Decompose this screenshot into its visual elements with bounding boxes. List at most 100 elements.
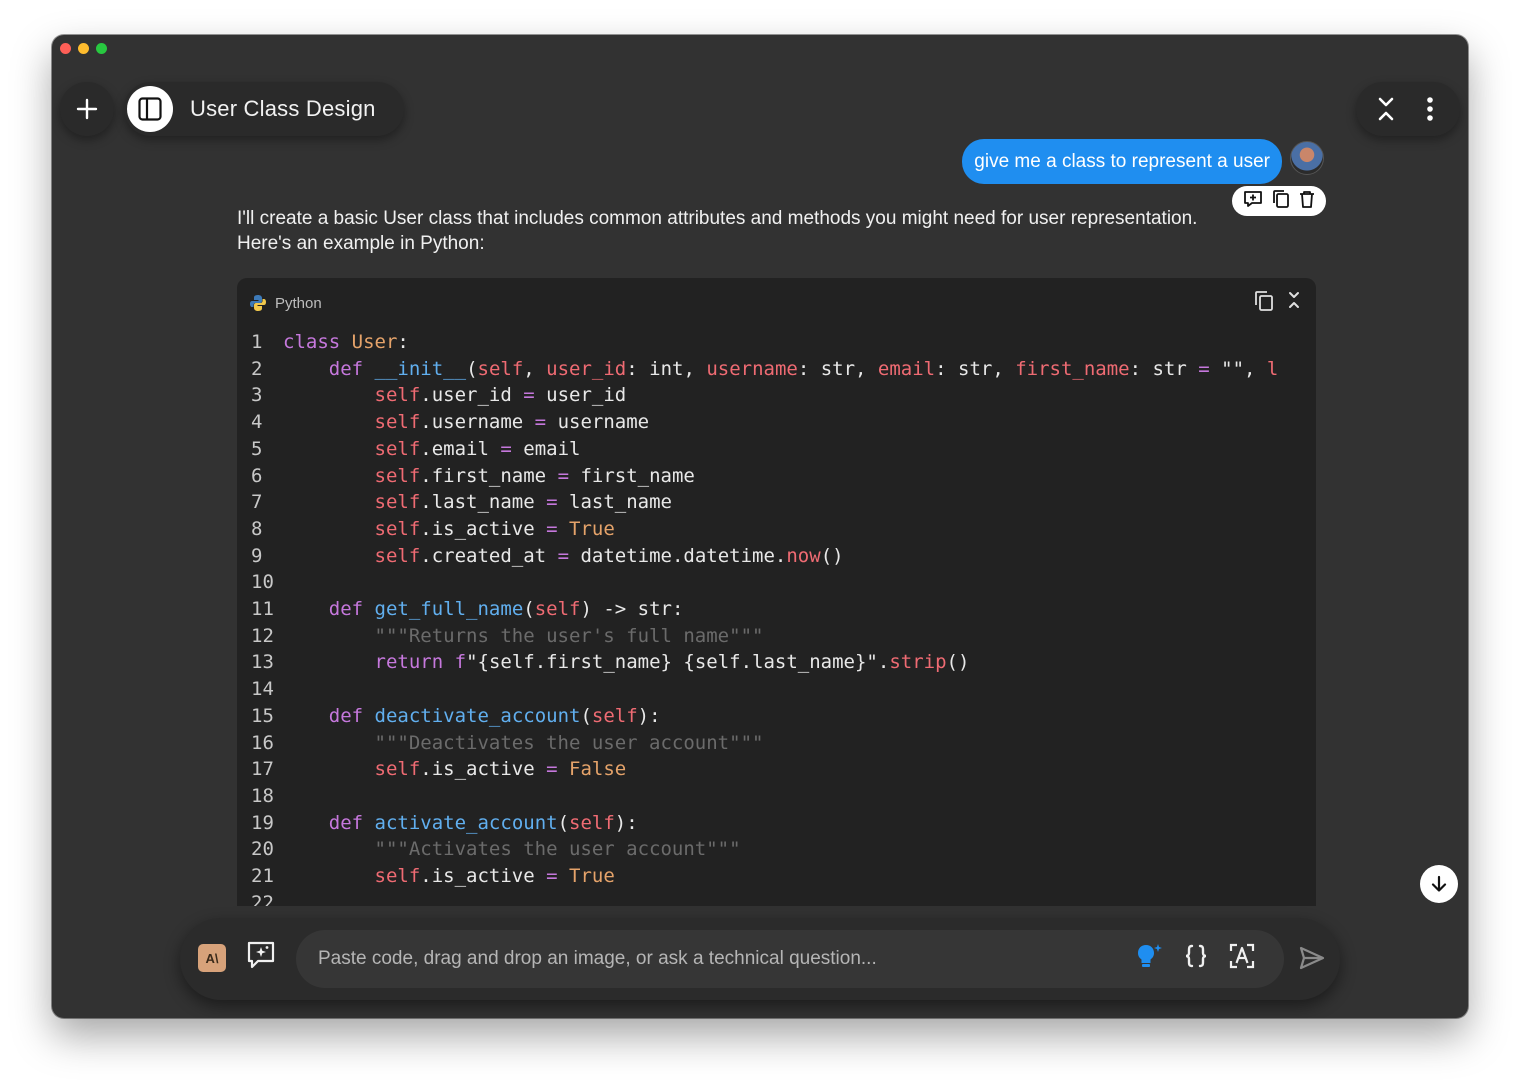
user-message-bubble: give me a class to represent a user	[962, 139, 1282, 184]
line-number: 6	[251, 464, 263, 487]
copy-code-button[interactable]	[1254, 290, 1274, 317]
code-text: def get_full_name(self) -> str:	[328, 598, 684, 621]
conversation-title-pill: User Class Design	[124, 82, 404, 136]
code-line: 3 self.user_id = user_id	[237, 382, 1316, 409]
model-selector-button[interactable]: A\	[198, 944, 226, 972]
code-line: 5 self.email = email	[237, 436, 1316, 463]
more-options-button[interactable]	[1414, 93, 1446, 125]
code-line: 17 self.is_active = False	[237, 756, 1316, 783]
close-window-button[interactable]	[60, 43, 71, 54]
add-note-icon	[1243, 190, 1262, 207]
code-line: 1 class User:	[237, 329, 1316, 356]
line-number: 20	[251, 838, 274, 861]
code-text: self.is_active = True	[374, 865, 615, 888]
line-number: 19	[251, 811, 274, 834]
code-line: 21 self.is_active = True	[237, 863, 1316, 890]
message-input[interactable]: Paste code, drag and drop an image, or a…	[296, 930, 1284, 988]
more-vertical-icon	[1427, 97, 1433, 121]
braces-icon	[1185, 944, 1207, 968]
composer: A\ Paste code, drag and drop an image, o…	[180, 918, 1340, 1000]
code-text: self.last_name = last_name	[374, 491, 672, 514]
canvas-button[interactable]	[246, 940, 276, 975]
input-tools	[1134, 930, 1256, 988]
code-line: 13 return f"{self.first_name} {self.last…	[237, 649, 1316, 676]
line-number: 8	[251, 517, 263, 540]
arrow-down-icon	[1431, 875, 1447, 892]
code-text: self.email = email	[374, 437, 581, 460]
code-line: 6 self.first_name = first_name	[237, 463, 1316, 490]
code-line: 9 self.created_at = datetime.datetime.no…	[237, 543, 1316, 570]
code-line: 20 """Activates the user account"""	[237, 836, 1316, 863]
line-number: 11	[251, 598, 274, 621]
send-icon	[1299, 946, 1325, 970]
text-recognition-button[interactable]	[1228, 942, 1256, 976]
code-line: 12 """Returns the user's full name"""	[237, 623, 1316, 650]
code-line: 14	[237, 676, 1316, 703]
scroll-to-bottom-button[interactable]	[1420, 865, 1458, 903]
code-text: self.user_id = user_id	[374, 384, 627, 407]
code-line: 16 """Deactivates the user account"""	[237, 730, 1316, 757]
code-line: 18	[237, 783, 1316, 810]
code-line: 15 def deactivate_account(self):	[237, 703, 1316, 730]
code-line: 8 self.is_active = True	[237, 516, 1316, 543]
code-block: Python 1 class User: 2 def __init__(self, …	[237, 278, 1316, 906]
line-number: 14	[251, 678, 274, 701]
code-content: 1 class User: 2 def __init__(self, user_id…	[237, 328, 1316, 906]
new-chat-button[interactable]	[60, 82, 114, 136]
code-line: 2 def __init__(self, user_id: int, usern…	[237, 356, 1316, 383]
line-number: 3	[251, 384, 263, 407]
window-toolbar	[1356, 82, 1460, 136]
copy-icon	[1255, 291, 1273, 311]
line-number: 22	[251, 891, 274, 906]
collapse-button[interactable]	[1370, 93, 1402, 125]
text-recognition-icon	[1229, 943, 1255, 969]
code-text: self.first_name = first_name	[374, 464, 695, 487]
code-line: 22	[237, 890, 1316, 906]
assistant-intro-line: Here's an example in Python:	[237, 233, 485, 254]
app-window: User Class Design give me a class to rep…	[52, 35, 1468, 1018]
plus-icon	[76, 98, 98, 120]
code-line: 19 def activate_account(self):	[237, 810, 1316, 837]
code-text: def activate_account(self):	[328, 811, 638, 834]
code-text: class User:	[283, 331, 409, 353]
code-block-header: Python	[237, 278, 1316, 328]
minimize-window-button[interactable]	[78, 43, 89, 54]
zoom-window-button[interactable]	[96, 43, 107, 54]
collapse-icon	[1289, 292, 1299, 308]
code-text: self.is_active = False	[374, 758, 627, 781]
python-logo-icon	[250, 295, 266, 311]
suggestion-button[interactable]	[1134, 941, 1164, 977]
trash-icon	[1300, 190, 1315, 208]
line-number: 12	[251, 624, 274, 647]
conversation-title: User Class Design	[190, 96, 376, 121]
code-text: """Deactivates the user account"""	[374, 731, 764, 754]
code-text: def deactivate_account(self):	[328, 704, 661, 727]
lightbulb-icon	[1138, 944, 1162, 967]
toggle-sidebar-button[interactable]	[127, 86, 173, 132]
code-line: 4 self.username = username	[237, 409, 1316, 436]
code-text: """Activates the user account"""	[374, 838, 741, 861]
collapse-code-button[interactable]	[1286, 290, 1302, 317]
send-button[interactable]	[1298, 944, 1326, 977]
collapse-icon	[1378, 97, 1394, 121]
line-number: 1	[251, 331, 263, 353]
code-line: 11 def get_full_name(self) -> str:	[237, 596, 1316, 623]
code-text: self.is_active = True	[374, 517, 615, 540]
line-number: 13	[251, 651, 274, 674]
code-line: 7 self.last_name = last_name	[237, 489, 1316, 516]
code-block-tools	[1254, 290, 1302, 317]
sidebar-icon	[138, 97, 162, 121]
line-number: 4	[251, 411, 263, 434]
code-language-label: Python	[275, 294, 322, 312]
avatar	[1290, 141, 1324, 175]
code-line: 10	[237, 569, 1316, 596]
canvas-icon	[247, 941, 275, 969]
code-mode-button[interactable]	[1182, 942, 1210, 976]
line-number: 21	[251, 865, 274, 888]
line-number: 2	[251, 357, 263, 380]
line-number: 9	[251, 544, 263, 567]
code-text: self.username = username	[374, 411, 650, 434]
line-number: 10	[251, 571, 274, 594]
window-controls	[60, 43, 107, 54]
assistant-message: I'll create a basic User class that incl…	[237, 206, 1317, 256]
